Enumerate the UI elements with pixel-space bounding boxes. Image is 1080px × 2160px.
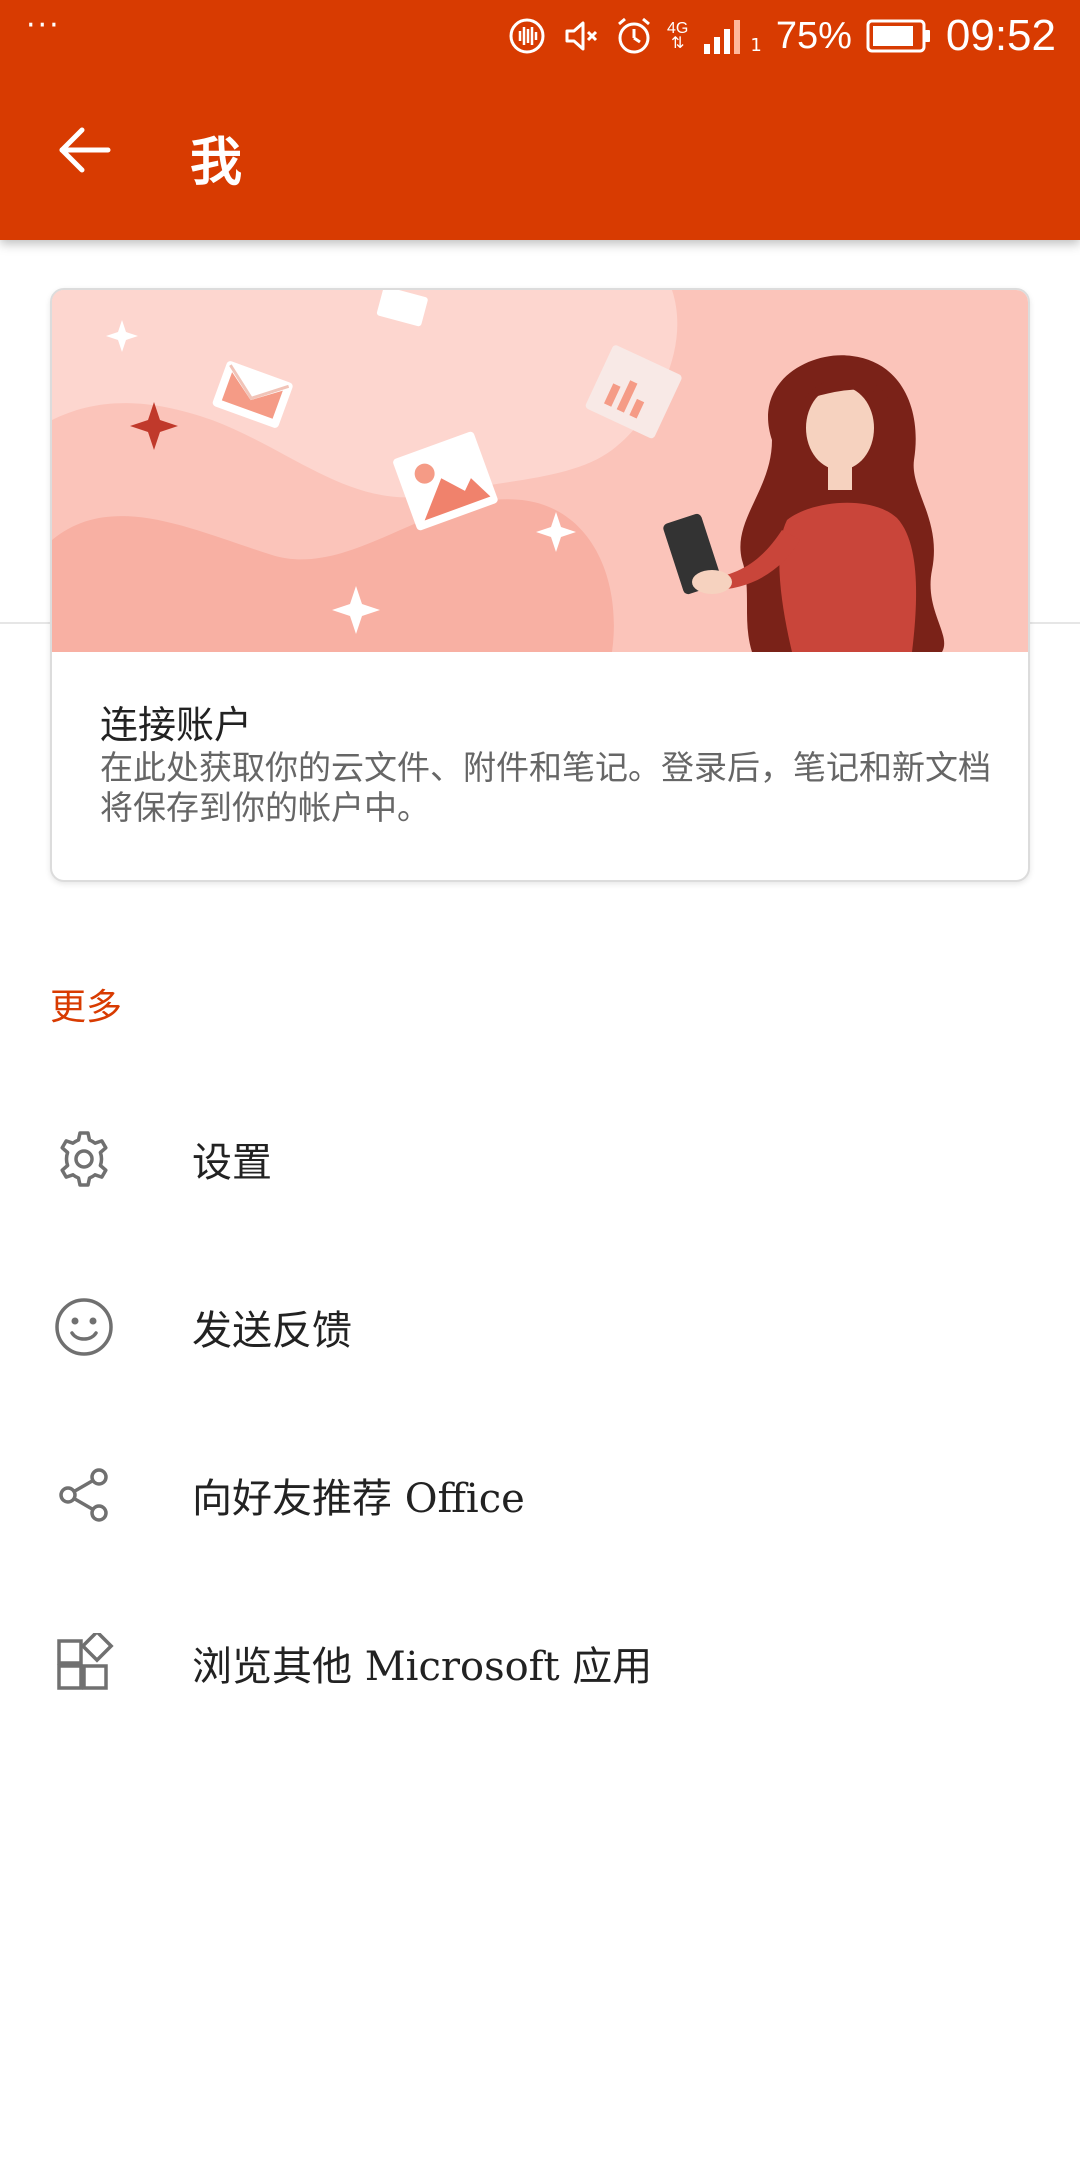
- connect-account-card[interactable]: 连接账户 在此处获取你的云文件、附件和笔记。登录后，笔记和新文档将保存到你的帐户…: [50, 288, 1030, 882]
- status-icons: 4G ⇅ 1 75% 09:52: [507, 8, 1056, 64]
- menu-item-label: 浏览其他 Microsoft 应用: [192, 1644, 653, 1690]
- network-type-icon: 4G ⇅: [667, 20, 689, 52]
- menu-item-settings[interactable]: 设置: [0, 1076, 1080, 1242]
- smiley-icon: [52, 1295, 116, 1359]
- menu-item-label: 设置: [192, 1140, 272, 1186]
- menu-item-microsoft-apps[interactable]: 浏览其他 Microsoft 应用: [0, 1580, 1080, 1746]
- card-description: 在此处获取你的云文件、附件和笔记。登录后，笔记和新文档将保存到你的帐户中。: [100, 748, 991, 827]
- section-header-more: 更多: [50, 987, 123, 1028]
- app-header: ··· 4G ⇅ 1 75% 09:52 我: [0, 0, 1080, 240]
- apps-icon: [52, 1631, 116, 1695]
- card-title: 连接账户: [100, 703, 253, 747]
- account-illustration: [52, 290, 1028, 652]
- share-icon: [52, 1463, 116, 1527]
- clock: 09:52: [945, 11, 1056, 60]
- gear-icon: [52, 1127, 116, 1191]
- sim-slot-label: 1: [750, 34, 762, 56]
- back-button[interactable]: [44, 112, 124, 192]
- alarm-icon: [615, 16, 653, 56]
- status-bar: ··· 4G ⇅ 1 75% 09:52: [0, 0, 1080, 72]
- status-overflow-dots: ···: [26, 8, 61, 43]
- mute-icon: [561, 16, 601, 56]
- page-title: 我: [190, 132, 243, 193]
- menu-item-feedback[interactable]: 发送反馈: [0, 1244, 1080, 1410]
- arrow-back-icon: [56, 124, 112, 180]
- signal-icon: [702, 16, 746, 56]
- menu-item-label: 发送反馈: [192, 1308, 352, 1354]
- menu-item-share[interactable]: 向好友推荐 Office: [0, 1412, 1080, 1578]
- battery-percent: 75%: [775, 14, 852, 57]
- menu-item-label: 向好友推荐 Office: [192, 1476, 525, 1522]
- battery-icon: [866, 19, 932, 53]
- vibrate-icon: [507, 16, 547, 56]
